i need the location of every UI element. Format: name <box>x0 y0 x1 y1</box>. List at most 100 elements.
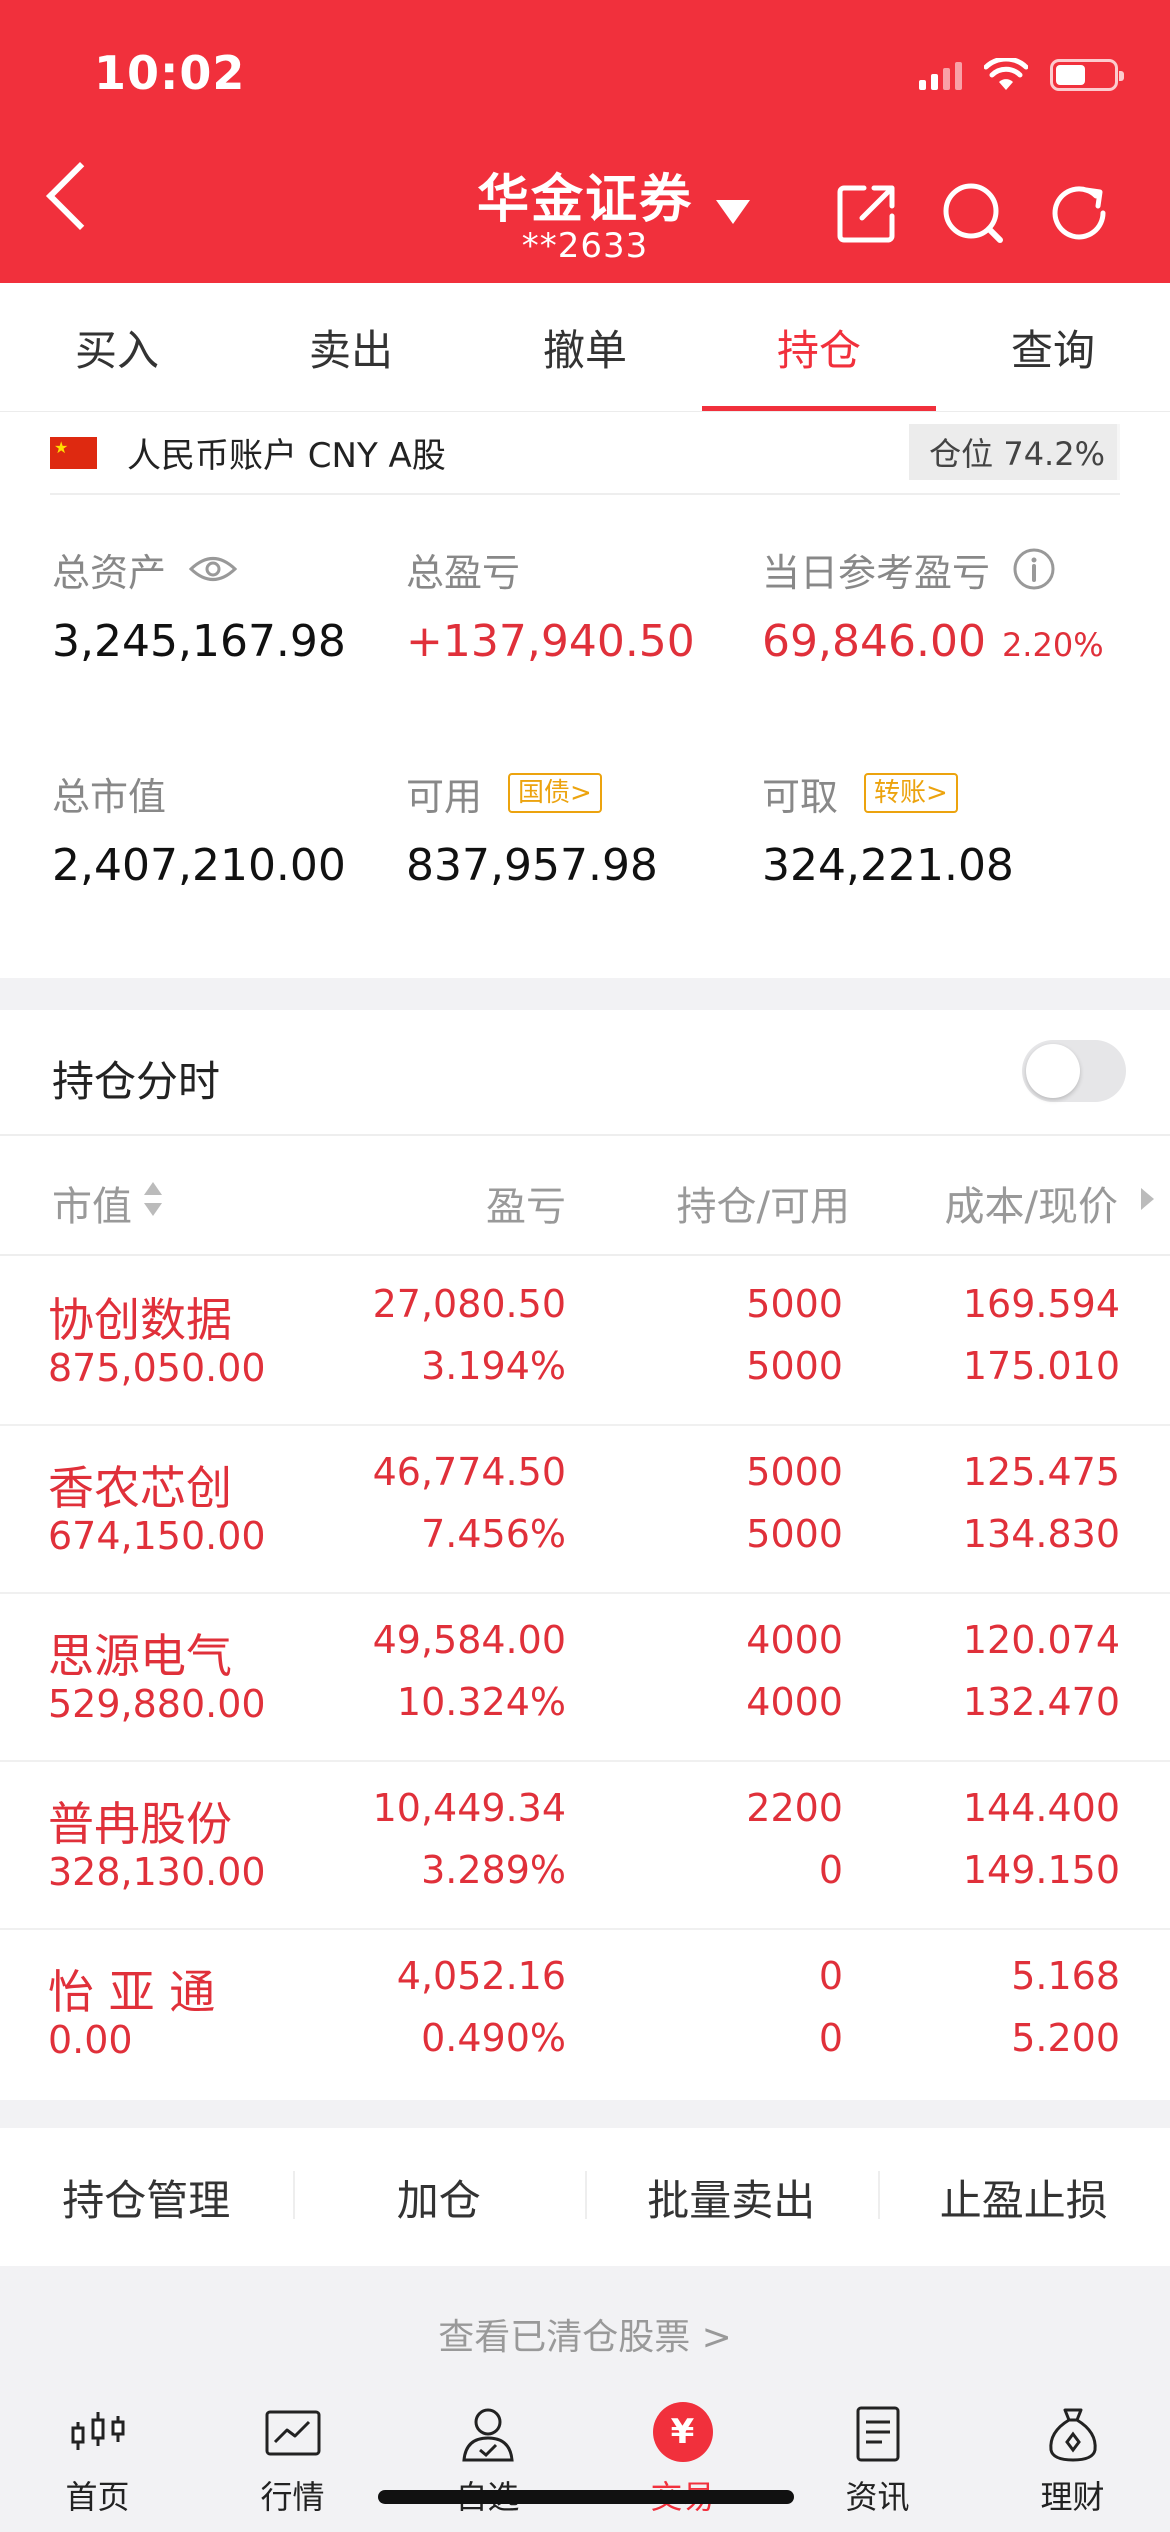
battery-icon <box>1050 59 1124 91</box>
position-ratio-badge: 仓位 74.2% <box>909 424 1120 480</box>
holding-row[interactable]: 普冉股份 328,130.00 10,449.34 3.289% 2200 0 … <box>0 1762 1170 1930</box>
stock-pl: 27,080.50 <box>372 1282 566 1326</box>
stock-price: 175.010 <box>962 1344 1120 1388</box>
stock-available: 5000 <box>746 1512 843 1556</box>
col-quantity[interactable]: 持仓/可用 <box>677 1174 850 1232</box>
stock-available: 4000 <box>746 1680 843 1724</box>
money-bag-icon <box>1048 2408 1097 2462</box>
candlestick-icon <box>71 2412 124 2450</box>
timeshare-toggle[interactable] <box>1022 1040 1126 1102</box>
info-icon[interactable] <box>1012 547 1056 591</box>
stock-pl-percent: 3.289% <box>421 1848 566 1892</box>
stock-name: 普冉股份 <box>48 1797 232 1851</box>
stock-cost: 144.400 <box>962 1786 1120 1830</box>
daily-pl-label: 当日参考盈亏 <box>762 550 991 595</box>
nav-market[interactable]: 行情 <box>195 2374 390 2532</box>
stock-name: 香农芯创 <box>48 1461 232 1515</box>
holding-row[interactable]: 协创数据 875,050.00 27,080.50 3.194% 5000 50… <box>0 1258 1170 1426</box>
daily-pl: 当日参考盈亏 69,846.00 2.20% <box>762 544 1142 667</box>
sort-icon[interactable] <box>142 1180 164 1218</box>
tab-cancel-order[interactable]: 撤单 <box>468 283 702 411</box>
stock-name: 怡 亚 通 <box>48 1965 216 2019</box>
add-position-button[interactable]: 加仓 <box>292 2167 586 2228</box>
stock-available: 0 <box>818 2016 843 2060</box>
chart-icon <box>265 2410 320 2456</box>
status-time: 10:02 <box>94 46 246 100</box>
stock-cost: 125.475 <box>962 1450 1120 1494</box>
account-label: 人民币账户 CNY A股 <box>127 436 446 476</box>
col-price[interactable]: 成本/现价 <box>945 1174 1118 1232</box>
total-pl-label: 总盈亏 <box>406 550 521 595</box>
search-icon[interactable] <box>940 180 1006 246</box>
yuan-icon: ¥ <box>652 2402 713 2462</box>
col-pl[interactable]: 盈亏 <box>486 1174 566 1232</box>
chevron-right-icon[interactable] <box>1141 1188 1154 1210</box>
account-selector[interactable]: 人民币账户 CNY A股 仓位 74.2% <box>50 412 1120 495</box>
market-value: 总市值 2,407,210.00 <box>52 768 412 892</box>
stock-position: 5000 <box>746 1450 843 1494</box>
nav-news[interactable]: 资讯 <box>780 2374 975 2532</box>
refresh-icon[interactable] <box>1046 180 1112 246</box>
cellular-signal-icon <box>919 60 962 90</box>
holdings-section: 持仓分时 市值 盈亏 持仓/可用 成本/现价 协创数据 875,050.00 2… <box>0 1010 1170 2100</box>
available-label: 可用 <box>406 774 483 819</box>
stock-pl-percent: 7.456% <box>421 1512 566 1556</box>
stock-position: 5000 <box>746 1282 843 1326</box>
tab-sell[interactable]: 卖出 <box>234 283 468 411</box>
withdrawable-label: 可取 <box>762 774 839 819</box>
stock-cost: 5.168 <box>1011 1954 1120 1998</box>
total-assets-label: 总资产 <box>52 550 167 595</box>
timeshare-label: 持仓分时 <box>52 1057 221 1106</box>
stock-price: 134.830 <box>962 1512 1120 1556</box>
stock-cost: 120.074 <box>962 1618 1120 1662</box>
trade-tabs: 买入 卖出 撤单 持仓 查询 <box>0 283 1170 412</box>
stock-pl: 4,052.16 <box>396 1954 566 1998</box>
holding-row[interactable]: 怡 亚 通 0.00 4,052.16 0.490% 0 0 5.168 5.2… <box>0 1930 1170 2098</box>
stock-pl-percent: 10.324% <box>396 1680 566 1724</box>
share-icon[interactable] <box>834 180 900 246</box>
status-icons <box>919 52 1124 98</box>
nav-trade[interactable]: ¥ 交易 <box>585 2374 780 2532</box>
stock-pl-percent: 0.490% <box>421 2016 566 2060</box>
person-check-icon <box>461 2408 514 2462</box>
eye-icon[interactable] <box>188 554 238 584</box>
total-assets-value: 3,245,167.98 <box>52 616 346 667</box>
nav-label: 行情 <box>260 2478 325 2516</box>
cleared-stocks-link[interactable]: 查看已清仓股票 > <box>0 2308 1170 2360</box>
nav-label: 资讯 <box>845 2478 910 2516</box>
stock-cost: 169.594 <box>962 1282 1120 1326</box>
withdrawable-value: 324,221.08 <box>762 840 1014 891</box>
nav-watchlist[interactable]: 自选 <box>390 2374 585 2532</box>
tab-query[interactable]: 查询 <box>936 283 1170 411</box>
stock-pl: 10,449.34 <box>372 1786 566 1830</box>
document-icon <box>856 2406 899 2462</box>
manage-positions-button[interactable]: 持仓管理 <box>0 2167 293 2228</box>
total-pl: 总盈亏 +137,940.50 <box>406 544 766 668</box>
take-profit-stop-loss-button[interactable]: 止盈止损 <box>877 2167 1170 2228</box>
stock-available: 0 <box>818 1848 843 1892</box>
stock-pl: 46,774.50 <box>372 1450 566 1494</box>
available-value: 837,957.98 <box>406 840 658 891</box>
stock-position: 2200 <box>746 1786 843 1830</box>
stock-position: 0 <box>818 1954 843 1998</box>
batch-sell-button[interactable]: 批量卖出 <box>585 2167 878 2228</box>
nav-home[interactable]: 首页 <box>0 2374 195 2532</box>
stock-market-value: 0.00 <box>48 2018 133 2062</box>
home-indicator <box>378 2490 794 2504</box>
treasury-bond-tag[interactable]: 国债> <box>508 773 602 813</box>
account-dropdown-icon[interactable] <box>716 200 750 224</box>
stock-price: 149.150 <box>962 1848 1120 1892</box>
tab-buy[interactable]: 买入 <box>0 283 234 411</box>
tab-positions[interactable]: 持仓 <box>702 283 936 411</box>
stock-available: 5000 <box>746 1344 843 1388</box>
holding-row[interactable]: 香农芯创 674,150.00 46,774.50 7.456% 5000 50… <box>0 1426 1170 1594</box>
col-market-value[interactable]: 市值 <box>52 1174 132 1232</box>
market-value-value: 2,407,210.00 <box>52 840 346 891</box>
holding-row[interactable]: 思源电气 529,880.00 49,584.00 10.324% 4000 4… <box>0 1594 1170 1762</box>
stock-name: 协创数据 <box>48 1293 232 1347</box>
daily-pl-value: 69,846.00 <box>762 616 986 667</box>
nav-wealth[interactable]: 理财 <box>975 2374 1170 2532</box>
top-header: 10:02 华金证券 **2633 <box>0 0 1170 283</box>
transfer-tag[interactable]: 转账> <box>864 773 958 813</box>
stock-market-value: 875,050.00 <box>48 1346 266 1390</box>
